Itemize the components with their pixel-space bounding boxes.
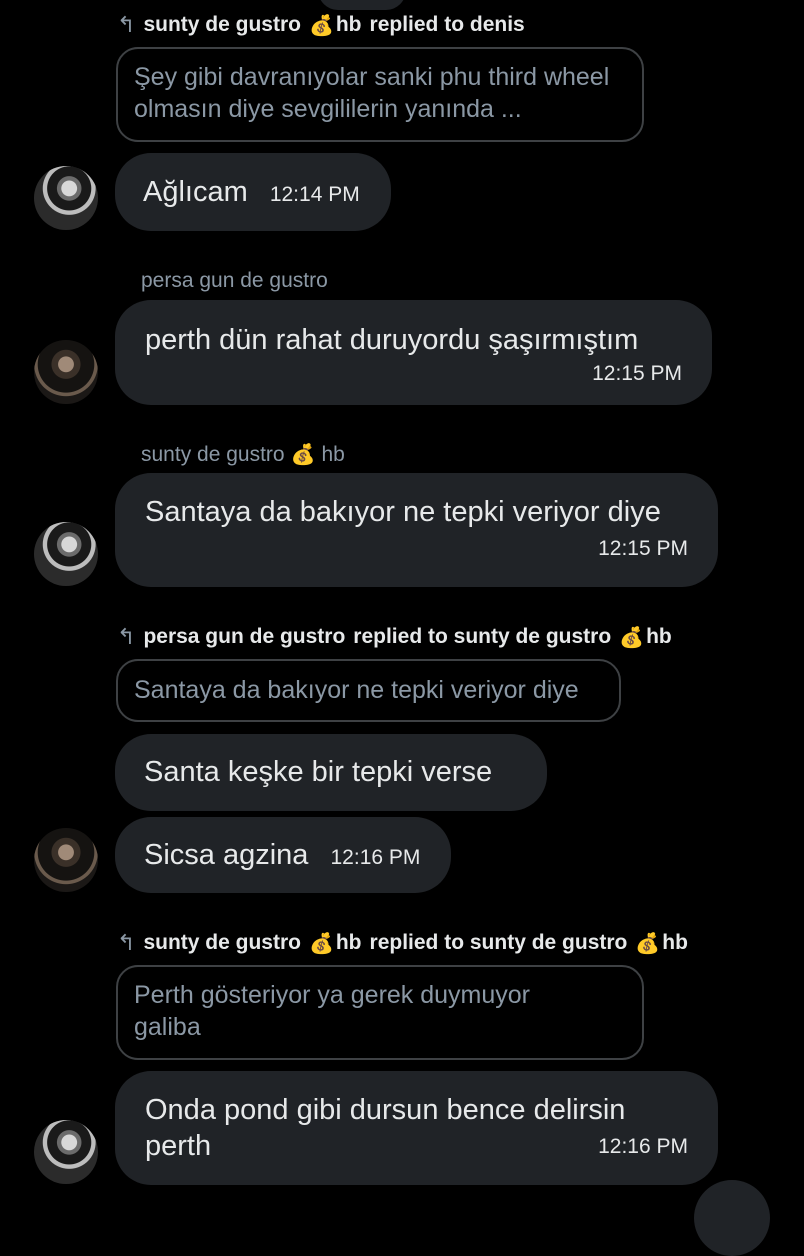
quoted-text: Şey gibi davranıyolar sanki phu third wh… — [134, 63, 610, 123]
reply-target-suffix: hb — [662, 931, 688, 954]
reply-target: replied to sunty de gustro — [353, 625, 612, 648]
message-bubble[interactable]: Ağlıcam 12:14 PM — [115, 153, 391, 231]
message-time: 12:16 PM — [598, 1135, 688, 1158]
sender-suffix: hb — [321, 442, 345, 466]
moneybag-icon: 💰 — [619, 626, 645, 649]
message-bubble[interactable]: perth dün rahat duruyordu şaşırmıştım 12… — [115, 300, 712, 405]
quoted-message[interactable]: Perth gösteriyor ya gerek duymuyor galib… — [116, 965, 644, 1060]
message-bubble[interactable]: Sicsa agzina 12:16 PM — [115, 817, 451, 893]
quoted-message[interactable]: Şey gibi davranıyolar sanki phu third wh… — [116, 47, 644, 142]
quoted-message[interactable]: Santaya da bakıyor ne tepki veriyor diye — [116, 659, 621, 722]
message-time: 12:16 PM — [330, 846, 421, 869]
message-text: Santaya da bakıyor ne tepki veriyor diye — [145, 496, 661, 528]
message-text: Sicsa agzina — [144, 839, 309, 871]
message-bubble[interactable]: Onda pond gibi dursun bence delirsin per… — [115, 1071, 718, 1185]
message-text: Ağlıcam — [143, 176, 248, 208]
avatar[interactable] — [34, 340, 98, 404]
reply-author-suffix: hb — [335, 931, 362, 954]
reply-author: persa gun de gustro — [143, 625, 346, 648]
moneybag-icon: 💰 — [290, 444, 316, 466]
reply-author: sunty de gustro — [143, 13, 301, 36]
avatar[interactable] — [34, 1120, 98, 1184]
moneybag-icon: 💰 — [635, 932, 661, 955]
message-time: 12:15 PM — [592, 362, 682, 385]
reply-author: sunty de gustro — [143, 931, 301, 954]
reply-header: ↰ sunty de gustro 💰 hb replied to denis — [117, 12, 525, 38]
partial-top-bubble — [318, 0, 406, 10]
quoted-text: Santaya da bakıyor ne tepki veriyor diye — [134, 676, 579, 704]
reply-arrow-icon: ↰ — [117, 930, 136, 955]
reply-header: ↰ sunty de gustro 💰 hb replied to sunty … — [117, 930, 688, 956]
quoted-text: Perth gösteriyor ya gerek duymuyor galib… — [134, 981, 531, 1041]
message-text: Santa keşke bir tepki verse — [144, 756, 493, 788]
moneybag-icon: 💰 — [308, 932, 334, 955]
reply-header: ↰ persa gun de gustro replied to sunty d… — [117, 624, 672, 650]
avatar[interactable] — [34, 166, 98, 230]
moneybag-icon: 💰 — [308, 14, 334, 37]
reply-target-suffix: hb — [646, 625, 672, 648]
avatar[interactable] — [34, 522, 98, 586]
message-text: perth dün rahat duruyordu şaşırmıştım — [145, 324, 639, 356]
reply-author-suffix: hb — [335, 13, 362, 36]
scroll-down-button[interactable] — [694, 1180, 770, 1256]
reply-target: replied to denis — [369, 13, 525, 36]
reply-arrow-icon: ↰ — [117, 12, 136, 37]
sender-name: sunty de gustro — [141, 442, 285, 466]
reply-arrow-icon: ↰ — [117, 624, 136, 649]
sender-name-row: sunty de gustro 💰 hb — [141, 442, 345, 467]
message-time: 12:15 PM — [598, 537, 688, 560]
message-bubble[interactable]: Santa keşke bir tepki verse — [115, 734, 547, 811]
reply-target: replied to sunty de gustro — [369, 931, 628, 954]
avatar[interactable] — [34, 828, 98, 892]
sender-name: persa gun de gustro — [141, 269, 328, 292]
message-time: 12:14 PM — [269, 183, 360, 206]
message-bubble[interactable]: Santaya da bakıyor ne tepki veriyor diye… — [115, 473, 718, 587]
